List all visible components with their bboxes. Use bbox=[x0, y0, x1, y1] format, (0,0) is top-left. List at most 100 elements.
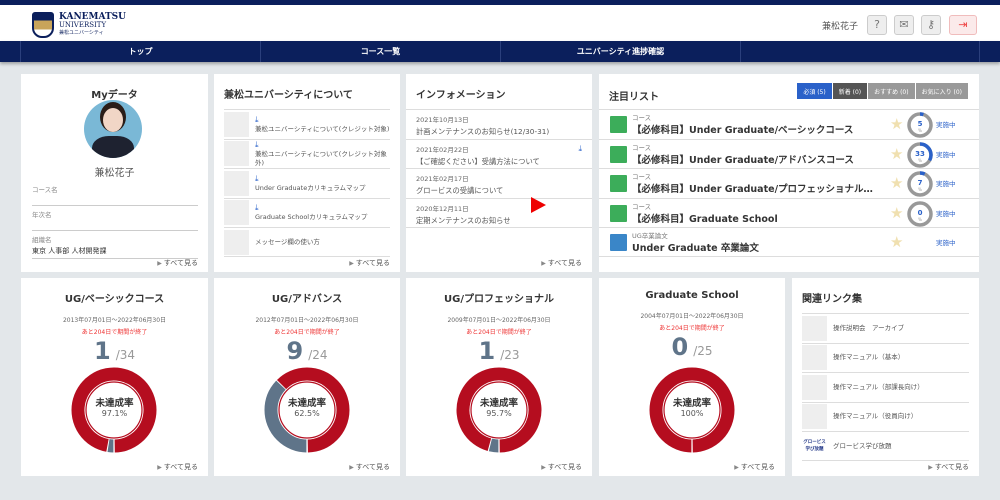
logout-icon: ⇥ bbox=[958, 18, 968, 31]
watch-tab[interactable]: おすすめ (0) bbox=[868, 83, 915, 99]
field-year: 年次名 bbox=[32, 209, 198, 231]
see-all-link[interactable]: すべて見る bbox=[928, 462, 969, 472]
nav-course-list[interactable]: コース一覧 bbox=[260, 41, 500, 62]
progress-value: 33 bbox=[915, 150, 925, 158]
link-item[interactable]: グロービス学び放題 グロービス学び放題 bbox=[802, 431, 969, 460]
course-icon bbox=[610, 145, 627, 163]
course-count: 0 /25 bbox=[671, 333, 713, 361]
watch-item[interactable]: コース 【必修科目】Under Graduate/プロフェッショナルコース ★ 7% 実… bbox=[599, 168, 979, 197]
course-progress-card: UG/アドバンス 2012年07月01日～2022年06月30日 あと204日で… bbox=[214, 278, 400, 476]
course-title[interactable]: UG/アドバンス bbox=[214, 290, 400, 305]
mail-button[interactable]: ✉ bbox=[894, 15, 914, 35]
link-item[interactable]: 操作マニュアル（役員向け） bbox=[802, 401, 969, 431]
star-icon[interactable]: ★ bbox=[890, 204, 903, 222]
card-title: インフォメーション bbox=[416, 90, 506, 101]
progress-ring: 33% bbox=[907, 141, 933, 168]
card-title: 兼松ユニバーシティについて bbox=[224, 90, 353, 101]
see-all-link[interactable]: すべて見る bbox=[349, 462, 390, 472]
donut-rate: 62.5% bbox=[294, 409, 320, 418]
checklist-icon bbox=[610, 234, 627, 251]
star-icon[interactable]: ★ bbox=[890, 233, 903, 251]
avatar bbox=[84, 100, 142, 158]
watch-tab[interactable]: 新着 (0) bbox=[832, 83, 868, 99]
link-label: 操作マニュアル（基本） bbox=[833, 353, 905, 361]
info-item[interactable]: 2020年12月11日 定期メンテナンスのお知らせ bbox=[406, 197, 592, 228]
info-item[interactable]: 2021年02月22日 【ご確認ください】受講方法について ⤓ bbox=[406, 138, 592, 169]
header: KANEMATSU UNIVERSITY 兼松ユニバーシティ 兼松花子 ? ✉ ⚷ … bbox=[0, 5, 1000, 41]
watch-tab[interactable]: 必須 (5) bbox=[797, 83, 832, 99]
info-item[interactable]: 2021年02月17日 グロービスの受講について bbox=[406, 168, 592, 198]
about-item[interactable]: ⤓ Graduate Schoolカリキュラムマップ bbox=[224, 197, 390, 227]
item-name[interactable]: 【必修科目】Graduate School bbox=[632, 211, 778, 225]
course-title[interactable]: UG/プロフェッショナル bbox=[406, 290, 592, 305]
link-item[interactable]: 操作説明会 アーカイブ bbox=[802, 313, 969, 342]
course-progress-card: Graduate School 2004年07月01日～2022年06月30日 … bbox=[599, 278, 785, 476]
progress-value: 0 bbox=[918, 209, 923, 217]
donut-rate: 100% bbox=[680, 409, 704, 418]
download-icon[interactable]: ⤓ bbox=[255, 174, 366, 184]
about-item[interactable]: ⤓ 兼松ユニバーシティについて(クレジット対象外) bbox=[224, 138, 390, 168]
item-name[interactable]: Under Graduate 卒業論文 bbox=[632, 240, 759, 254]
item-name[interactable]: 【必修科目】Under Graduate/プロフェッショナルコース bbox=[632, 181, 882, 195]
item-name[interactable]: 【必修科目】Under Graduate/アドバンスコース bbox=[632, 152, 854, 166]
progress-ring: 0% bbox=[907, 200, 933, 227]
watch-tab[interactable]: お気に入り (0) bbox=[915, 83, 968, 99]
star-icon[interactable]: ★ bbox=[890, 145, 903, 163]
item-category: コース bbox=[632, 114, 652, 122]
key-button[interactable]: ⚷ bbox=[921, 15, 941, 35]
link-item[interactable]: 操作マニュアル（部課長向け） bbox=[802, 372, 969, 401]
download-icon[interactable]: ⤓ bbox=[255, 203, 367, 213]
watch-item[interactable]: コース 【必修科目】Under Graduate/アドバンスコース ★ 33% 実施中 bbox=[599, 138, 979, 168]
logo-line1: KANEMATSU bbox=[59, 12, 127, 22]
nav-top[interactable]: トップ bbox=[20, 41, 260, 62]
key-icon: ⚷ bbox=[926, 18, 936, 31]
course-warning: あと204日で期間が終了 bbox=[659, 325, 725, 332]
crest-icon bbox=[32, 12, 54, 38]
thumbnail bbox=[224, 200, 249, 225]
star-icon[interactable]: ★ bbox=[890, 174, 903, 192]
star-icon[interactable]: ★ bbox=[890, 115, 903, 133]
download-icon[interactable]: ⤓ bbox=[578, 144, 582, 154]
watch-item[interactable]: コース 【必修科目】Graduate School ★ 0% 実施中 bbox=[599, 197, 979, 227]
see-all-link[interactable]: すべて見る bbox=[157, 258, 198, 268]
course-title[interactable]: UG/ベーシックコース bbox=[21, 290, 208, 305]
nav-empty[interactable] bbox=[740, 41, 980, 62]
item-status: 実施中 bbox=[936, 150, 956, 159]
about-item[interactable]: ⤓ Under Graduateカリキュラムマップ bbox=[224, 168, 390, 197]
play-icon[interactable] bbox=[531, 197, 546, 213]
course-progress-card: UG/プロフェッショナル 2009年07月01日～2022年06月30日 あと2… bbox=[406, 278, 592, 476]
course-warning: あと204日で期間が終了 bbox=[81, 329, 148, 336]
info-item[interactable]: 2021年10月13日 計画メンテナンスのお知らせ(12/30-31) bbox=[406, 109, 592, 139]
download-icon[interactable]: ⤓ bbox=[255, 115, 389, 125]
download-icon[interactable]: ⤓ bbox=[255, 140, 390, 150]
watch-item[interactable]: UG卒業論文 Under Graduate 卒業論文 ★ 実施中 bbox=[599, 227, 979, 256]
progress-value: 7 bbox=[918, 179, 923, 187]
link-label: グロービス学び放題 bbox=[833, 441, 892, 450]
user-name: 兼松花子 bbox=[821, 22, 858, 32]
item-name[interactable]: 【必修科目】Under Graduate/ベーシックコース bbox=[632, 122, 853, 136]
globis-logo: グロービス学び放題 bbox=[802, 433, 827, 459]
help-button[interactable]: ? bbox=[867, 15, 887, 35]
logout-button[interactable]: ⇥ bbox=[949, 15, 977, 35]
info-date: 2021年02月22日 bbox=[416, 145, 469, 154]
svg-text:%: % bbox=[918, 217, 922, 222]
see-all-link[interactable]: すべて見る bbox=[349, 258, 390, 268]
see-all-link[interactable]: すべて見る bbox=[541, 462, 582, 472]
logo[interactable]: KANEMATSU UNIVERSITY 兼松ユニバーシティ bbox=[32, 12, 126, 38]
nav-progress[interactable]: ユニバーシティ進捗確認 bbox=[500, 41, 740, 62]
link-label: 操作マニュアル（部課長向け） bbox=[833, 382, 924, 391]
item-status: 実施中 bbox=[936, 239, 956, 247]
thumbnail bbox=[224, 141, 249, 166]
see-all-link[interactable]: すべて見る bbox=[541, 258, 582, 268]
watch-item[interactable]: コース 【必修科目】Under Graduate/ベーシックコース ★ 5% 実施中 bbox=[599, 109, 979, 138]
info-text: 計画メンテナンスのお知らせ(12/30-31) bbox=[416, 127, 550, 136]
about-item[interactable]: ⤓ 兼松ユニバーシティについて(クレジット対象) bbox=[224, 109, 390, 138]
see-all-link[interactable]: すべて見る bbox=[157, 462, 198, 472]
see-all-link[interactable]: すべて見る bbox=[734, 462, 775, 472]
about-item[interactable]: メッセージ欄の使い方 bbox=[224, 227, 390, 256]
course-title[interactable]: Graduate School bbox=[599, 290, 785, 301]
mydata-card: Myデータ 兼松花子 コース名 年次名 組織名東京 人事部 人材開発課 すべて見… bbox=[21, 74, 208, 272]
about-card: 兼松ユニバーシティについて ⤓ 兼松ユニバーシティについて(クレジット対象) ⤓ 兼松… bbox=[214, 74, 400, 272]
link-item[interactable]: 操作マニュアル（基本） bbox=[802, 342, 969, 372]
card-title: 関連リンク集 bbox=[802, 294, 862, 305]
